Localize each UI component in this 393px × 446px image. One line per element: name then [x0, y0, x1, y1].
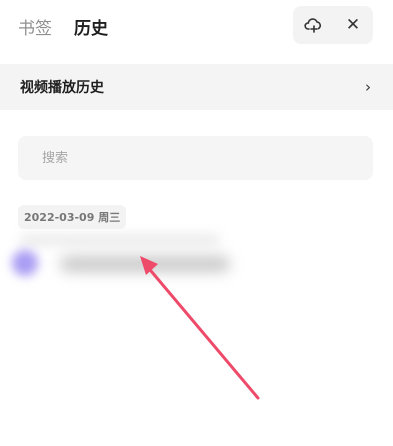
tab-bookmarks[interactable]: 书签: [18, 14, 52, 39]
blurred-title: [60, 256, 230, 272]
tab-history[interactable]: 历史: [74, 14, 108, 39]
cloud-add-icon: [304, 18, 321, 33]
tab-bar: 书签 历史: [18, 14, 108, 39]
history-list-item[interactable]: [0, 230, 260, 290]
cloud-add-button[interactable]: [299, 11, 327, 39]
site-favicon-icon: [12, 250, 38, 276]
blurred-content: [20, 236, 220, 244]
chevron-right-icon: ›: [365, 78, 371, 96]
search-input[interactable]: [18, 136, 373, 180]
video-history-label: 视频播放历史: [20, 80, 104, 96]
close-icon: ✕: [345, 14, 361, 35]
video-history-entry[interactable]: 视频播放历史 ›: [0, 64, 393, 110]
close-button[interactable]: ✕: [339, 11, 367, 39]
header-actions: ✕: [293, 6, 373, 44]
date-group-label: 2022-03-09 周三: [18, 205, 127, 229]
